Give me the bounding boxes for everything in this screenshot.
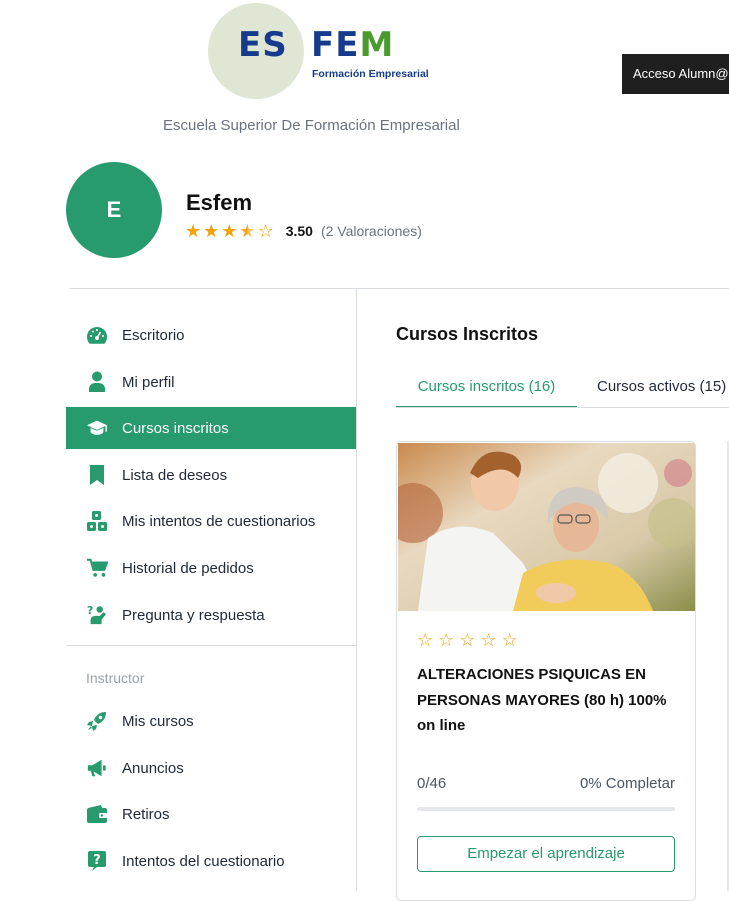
cart-icon: [86, 557, 108, 579]
course-progress-bar: [417, 807, 675, 811]
sidebar-item-retiros[interactable]: Retiros: [66, 793, 356, 835]
course-progress-count: 0/46: [417, 775, 447, 792]
rating-value: 3.50: [285, 223, 313, 239]
star-empty-icon: ☆: [459, 630, 476, 650]
dashboard-icon: [86, 324, 108, 346]
star-half-icon: ★: [239, 221, 256, 241]
sidebar-item-label: Retiros: [122, 805, 170, 823]
profile-name: Esfem: [186, 190, 253, 215]
sidebar-item-mis-cursos[interactable]: Mis cursos: [66, 700, 356, 742]
rocket-icon: [86, 710, 108, 732]
star-empty-icon: ☆: [257, 221, 274, 241]
course-rating: ☆ ☆ ☆ ☆ ☆: [417, 631, 523, 649]
sidebar-item-mi-perfil[interactable]: Mi perfil: [66, 361, 356, 403]
sidebar-divider: [356, 289, 357, 891]
sidebar-item-label: Lista de deseos: [122, 466, 228, 484]
logo-subtitle: Formación Empresarial: [312, 68, 429, 80]
start-learning-button[interactable]: Empezar el aprendizaje: [417, 836, 675, 872]
user-icon: [86, 371, 108, 393]
logo-text-fe: FE: [311, 25, 360, 65]
avatar: E: [66, 162, 162, 258]
quiz-blocks-icon: [86, 510, 108, 532]
logo-text-m: M: [359, 25, 395, 65]
graduation-cap-icon: [86, 417, 108, 439]
wallet-icon: [86, 803, 108, 825]
sidebar-item-pregunta-y-respuesta[interactable]: ? Pregunta y respuesta: [66, 594, 356, 636]
sidebar-item-label: Anuncios: [122, 759, 184, 777]
star-empty-icon: ☆: [501, 630, 518, 650]
school-name: Escuela Superior De Formación Empresaria…: [163, 117, 460, 134]
course-title[interactable]: ALTERACIONES PSIQUICAS EN PERSONAS MAYOR…: [417, 662, 679, 739]
bookmark-icon: [86, 464, 108, 486]
star-empty-icon: ☆: [480, 630, 497, 650]
star-full-icon: ★: [221, 221, 238, 241]
sidebar-item-label: Mis intentos de cuestionarios: [122, 512, 316, 530]
star-full-icon: ★: [203, 221, 220, 241]
sidebar-item-label: Historial de pedidos: [122, 559, 254, 577]
sidebar-item-cursos-inscritos[interactable]: Cursos inscritos: [66, 407, 356, 449]
sidebar-item-label: Cursos inscritos: [122, 419, 229, 437]
sidebar-item-historial-de-pedidos[interactable]: Historial de pedidos: [66, 547, 356, 589]
sidebar-item-mis-intentos[interactable]: Mis intentos de cuestionarios: [66, 500, 356, 542]
sidebar-item-intentos-del-cuestionario[interactable]: ? Intentos del cuestionario: [66, 840, 356, 882]
sidebar-item-label: Mi perfil: [122, 373, 175, 391]
page-title: Cursos Inscritos: [396, 324, 539, 344]
sidebar-item-label: Pregunta y respuesta: [122, 606, 265, 624]
sidebar-section-divider: [66, 645, 356, 646]
course-card[interactable]: ☆ ☆ ☆ ☆ ☆ ALTERACIONES PSIQUICAS EN PERS…: [396, 441, 696, 901]
profile-rating: ★ ★ ★ ★ ☆ 3.50 (2 Valoraciones): [185, 222, 422, 240]
login-button[interactable]: Acceso Alumn@: [622, 54, 729, 94]
tab-cursos-inscritos[interactable]: Cursos inscritos (16): [396, 368, 577, 408]
sidebar-item-label: Intentos del cuestionario: [122, 852, 285, 870]
course-completion: 0% Completar: [579, 775, 675, 792]
sidebar-item-escritorio[interactable]: Escritorio: [66, 314, 356, 356]
svg-text:?: ?: [87, 604, 93, 617]
question-icon: ?: [86, 850, 108, 872]
logo-text-es: ES: [238, 25, 288, 65]
sidebar-item-lista-de-deseos[interactable]: Lista de deseos: [66, 454, 356, 496]
rating-count: (2 Valoraciones): [320, 223, 422, 239]
megaphone-icon: [86, 757, 108, 779]
tab-cursos-activos[interactable]: Cursos activos (15): [597, 368, 726, 408]
sidebar-item-label: Escritorio: [122, 326, 185, 344]
sidebar-item-label: Mis cursos: [122, 712, 194, 730]
logo-text-fem: FEM: [311, 28, 394, 62]
sidebar-section-label: Instructor: [86, 670, 145, 686]
divider: [69, 288, 729, 289]
tabs-divider: [396, 407, 729, 408]
star-full-icon: ★: [185, 221, 202, 241]
sidebar-item-anuncios[interactable]: Anuncios: [66, 747, 356, 789]
course-image[interactable]: [398, 443, 695, 611]
star-empty-icon: ☆: [417, 630, 434, 650]
star-empty-icon: ☆: [438, 630, 455, 650]
question-answer-icon: ?: [86, 604, 108, 626]
svg-text:?: ?: [93, 853, 101, 868]
